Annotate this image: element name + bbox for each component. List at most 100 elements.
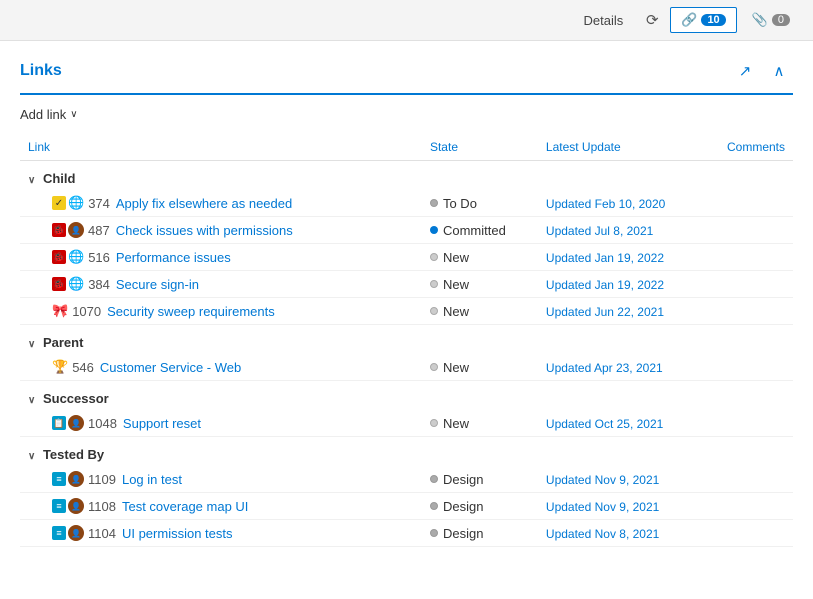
link-cell: 🐞🌐 516 Performance issues	[20, 244, 422, 271]
history-icon: ⟳	[646, 11, 659, 29]
state-dot	[430, 475, 438, 483]
item-id: 1109	[88, 472, 116, 487]
comments-cell	[708, 354, 793, 381]
update-text: Updated Feb 10, 2020	[546, 197, 665, 211]
table-row: 🐞🌐 516 Performance issues New Updated Ja…	[20, 244, 793, 271]
item-title[interactable]: UI permission tests	[122, 526, 233, 541]
state-dot	[430, 529, 438, 537]
feature-icon: 🎀	[52, 303, 68, 319]
state-cell: Committed	[422, 217, 538, 244]
item-id: 384	[88, 277, 110, 292]
section-chevron[interactable]: ∨	[28, 395, 35, 406]
test-icon: ≡	[52, 472, 66, 486]
comments-cell	[708, 298, 793, 325]
col-header-state: State	[422, 134, 538, 161]
globe-icon: 🌐	[68, 276, 84, 292]
item-title[interactable]: Apply fix elsewhere as needed	[116, 196, 292, 211]
links-button[interactable]: 🔗 10	[670, 7, 736, 33]
state-cell: To Do	[422, 190, 538, 217]
paperclip-icon: 📎	[752, 12, 768, 28]
table-row: 🐞🌐 384 Secure sign-in New Updated Jan 19…	[20, 271, 793, 298]
col-header-link: Link	[20, 134, 422, 161]
link-cell: 🐞👤 487 Check issues with permissions	[20, 217, 422, 244]
state-cell: Design	[422, 493, 538, 520]
history-button[interactable]: ⟳	[638, 6, 666, 34]
state-dot	[430, 253, 438, 261]
section-row: ∨ Tested By	[20, 437, 793, 467]
state-label: Committed	[443, 223, 506, 238]
state-cell: New	[422, 410, 538, 437]
item-title[interactable]: Support reset	[123, 416, 201, 431]
update-cell: Updated Jan 19, 2022	[538, 271, 708, 298]
comments-cell	[708, 244, 793, 271]
table-row: 📋👤 1048 Support reset New Updated Oct 25…	[20, 410, 793, 437]
avatar: 👤	[68, 525, 84, 541]
item-id: 487	[88, 223, 110, 238]
section-row: ∨ Child	[20, 161, 793, 191]
item-title[interactable]: Customer Service - Web	[100, 360, 241, 375]
section-label: Successor	[43, 391, 109, 406]
link-cell: 🐞🌐 384 Secure sign-in	[20, 271, 422, 298]
avatar: 👤	[68, 498, 84, 514]
item-icons: 📋👤	[52, 415, 84, 431]
links-header-actions: ↗ ∧	[731, 57, 793, 85]
task-icon: ✓	[52, 196, 66, 210]
item-id: 546	[72, 360, 94, 375]
section-chevron[interactable]: ∨	[28, 175, 35, 186]
item-title[interactable]: Secure sign-in	[116, 277, 199, 292]
update-text: Updated Jan 19, 2022	[546, 251, 664, 265]
item-icons: ≡👤	[52, 525, 84, 541]
attachments-button[interactable]: 📎 0	[741, 7, 801, 33]
bug-icon: 🐞	[52, 250, 66, 264]
item-title[interactable]: Performance issues	[116, 250, 231, 265]
update-text: Updated Apr 23, 2021	[546, 361, 663, 375]
update-cell: Updated Nov 9, 2021	[538, 493, 708, 520]
update-cell: Updated Jun 22, 2021	[538, 298, 708, 325]
story-icon: 📋	[52, 416, 66, 430]
item-title[interactable]: Security sweep requirements	[107, 304, 275, 319]
state-dot	[430, 226, 438, 234]
item-icons: 🎀	[52, 303, 68, 319]
state-dot	[430, 502, 438, 510]
col-header-update: Latest Update	[538, 134, 708, 161]
links-section-header: Links ↗ ∧	[20, 57, 793, 95]
item-id: 374	[88, 196, 110, 211]
add-link-label: Add link	[20, 107, 66, 122]
links-count-badge: 10	[701, 14, 725, 26]
state-dot	[430, 363, 438, 371]
item-title[interactable]: Test coverage map UI	[122, 499, 248, 514]
state-dot	[430, 307, 438, 315]
item-icons: 🐞🌐	[52, 276, 84, 292]
test-icon: ≡	[52, 526, 66, 540]
details-label: Details	[584, 13, 624, 28]
link-cell: 🎀 1070 Security sweep requirements	[20, 298, 422, 325]
details-button[interactable]: Details	[573, 8, 635, 33]
update-text: Updated Jan 19, 2022	[546, 278, 664, 292]
update-text: Updated Jul 8, 2021	[546, 224, 653, 238]
state-cell: Design	[422, 466, 538, 493]
item-id: 516	[88, 250, 110, 265]
state-cell: New	[422, 298, 538, 325]
links-title: Links	[20, 62, 62, 80]
add-link-button[interactable]: Add link ∨	[20, 107, 78, 122]
expand-button[interactable]: ↗	[731, 57, 759, 85]
expand-icon: ↗	[739, 62, 752, 80]
section-chevron[interactable]: ∨	[28, 339, 35, 350]
item-id: 1048	[88, 416, 117, 431]
section-label: Parent	[43, 335, 83, 350]
comments-cell	[708, 520, 793, 547]
table-row: ≡👤 1108 Test coverage map UI Design Upda…	[20, 493, 793, 520]
item-title[interactable]: Check issues with permissions	[116, 223, 293, 238]
table-row: ✓🌐 374 Apply fix elsewhere as needed To …	[20, 190, 793, 217]
state-label: Design	[443, 526, 483, 541]
update-text: Updated Nov 8, 2021	[546, 527, 659, 541]
collapse-button[interactable]: ∧	[765, 57, 793, 85]
comments-cell	[708, 493, 793, 520]
item-icons: 🏆	[52, 359, 68, 375]
state-label: New	[443, 277, 469, 292]
item-title[interactable]: Log in test	[122, 472, 182, 487]
link-cell: ✓🌐 374 Apply fix elsewhere as needed	[20, 190, 422, 217]
section-chevron[interactable]: ∨	[28, 451, 35, 462]
links-table: Link State Latest Update Comments ∨ Chil…	[20, 134, 793, 547]
comments-cell	[708, 190, 793, 217]
